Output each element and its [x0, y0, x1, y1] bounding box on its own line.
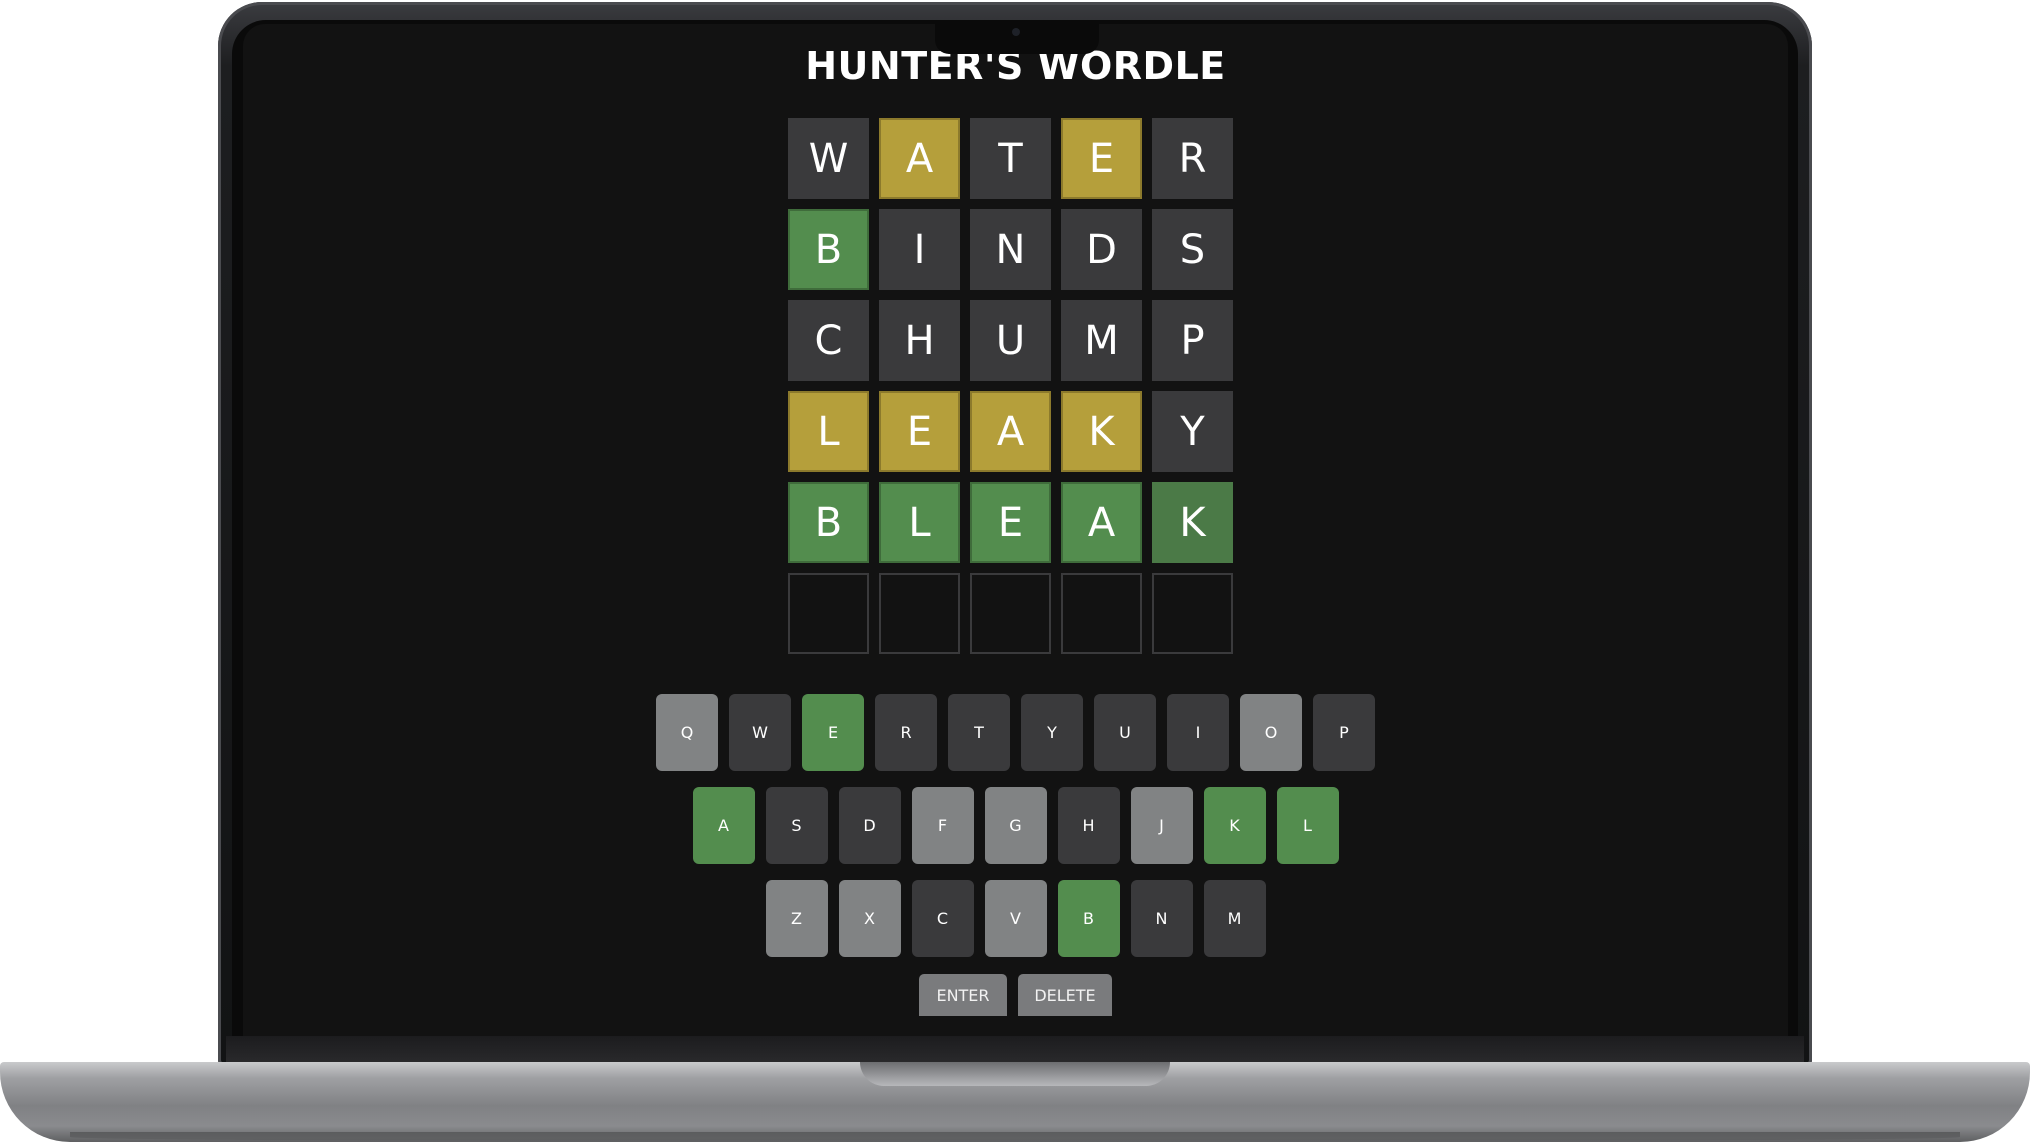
letter-tile: B [788, 209, 869, 290]
letter-tile: I [879, 209, 960, 290]
letter-tile: B [788, 482, 869, 563]
letter-tile: U [970, 300, 1051, 381]
camera-icon [1012, 28, 1020, 36]
laptop-opening-notch [860, 1062, 1170, 1086]
key-r[interactable]: R [875, 694, 937, 771]
letter-tile: N [970, 209, 1051, 290]
key-e[interactable]: E [802, 694, 864, 771]
app-screen: HUNTER'S WORDLE WATERBINDSCHUMPLEAKYBLEA… [243, 24, 1788, 1036]
guess-row: CHUMP [788, 300, 1243, 381]
key-v[interactable]: V [984, 880, 1047, 957]
letter-tile: A [879, 118, 960, 199]
key-u[interactable]: U [1094, 694, 1156, 771]
guess-row: BINDS [788, 209, 1243, 290]
keyboard-actions: ENTER DELETE [243, 974, 1788, 1016]
key-i[interactable]: I [1167, 694, 1229, 771]
key-k[interactable]: K [1203, 787, 1266, 864]
keyboard-row: QWERTYUIOP [243, 694, 1788, 771]
camera-notch [935, 20, 1099, 54]
key-y[interactable]: Y [1021, 694, 1083, 771]
letter-tile: K [1061, 391, 1142, 472]
letter-tile [1061, 573, 1142, 654]
key-o[interactable]: O [1240, 694, 1302, 771]
letter-tile: C [788, 300, 869, 381]
key-f[interactable]: F [911, 787, 974, 864]
keyboard-row: ASDFGHJKL [243, 787, 1788, 864]
key-q[interactable]: Q [656, 694, 718, 771]
letter-tile: M [1061, 300, 1142, 381]
laptop-chin [226, 1036, 1804, 1064]
letter-tile: E [879, 391, 960, 472]
letter-tile [1152, 573, 1233, 654]
key-a[interactable]: A [692, 787, 755, 864]
letter-tile [970, 573, 1051, 654]
key-x[interactable]: X [838, 880, 901, 957]
key-t[interactable]: T [948, 694, 1010, 771]
letter-tile: T [970, 118, 1051, 199]
key-j[interactable]: J [1130, 787, 1193, 864]
key-b[interactable]: B [1057, 880, 1120, 957]
letter-tile: K [1152, 482, 1233, 563]
on-screen-keyboard: QWERTYUIOP ASDFGHJKL ZXCVBNM [243, 694, 1788, 973]
enter-key[interactable]: ENTER [919, 974, 1007, 1016]
key-n[interactable]: N [1130, 880, 1193, 957]
guess-row: WATER [788, 118, 1243, 199]
key-s[interactable]: S [765, 787, 828, 864]
letter-tile: L [879, 482, 960, 563]
key-h[interactable]: H [1057, 787, 1120, 864]
letter-tile: E [1061, 118, 1142, 199]
laptop-shadow [70, 1132, 1960, 1142]
letter-tile: E [970, 482, 1051, 563]
letter-tile: W [788, 118, 869, 199]
key-c[interactable]: C [911, 880, 974, 957]
delete-key[interactable]: DELETE [1018, 974, 1112, 1016]
letter-tile: D [1061, 209, 1142, 290]
letter-tile: A [1061, 482, 1142, 563]
guess-row [788, 573, 1243, 654]
key-l[interactable]: L [1276, 787, 1339, 864]
letter-tile: L [788, 391, 869, 472]
letter-tile: Y [1152, 391, 1233, 472]
key-g[interactable]: G [984, 787, 1047, 864]
key-d[interactable]: D [838, 787, 901, 864]
letter-tile: P [1152, 300, 1233, 381]
letter-tile: H [879, 300, 960, 381]
key-m[interactable]: M [1203, 880, 1266, 957]
letter-tile: S [1152, 209, 1233, 290]
letter-tile [788, 573, 869, 654]
key-p[interactable]: P [1313, 694, 1375, 771]
letter-tile [879, 573, 960, 654]
keyboard-row: ZXCVBNM [243, 880, 1788, 957]
guess-row: BLEAK [788, 482, 1243, 563]
key-w[interactable]: W [729, 694, 791, 771]
guess-row: LEAKY [788, 391, 1243, 472]
key-z[interactable]: Z [765, 880, 828, 957]
letter-tile: A [970, 391, 1051, 472]
game-board: WATERBINDSCHUMPLEAKYBLEAK [788, 118, 1243, 664]
letter-tile: R [1152, 118, 1233, 199]
